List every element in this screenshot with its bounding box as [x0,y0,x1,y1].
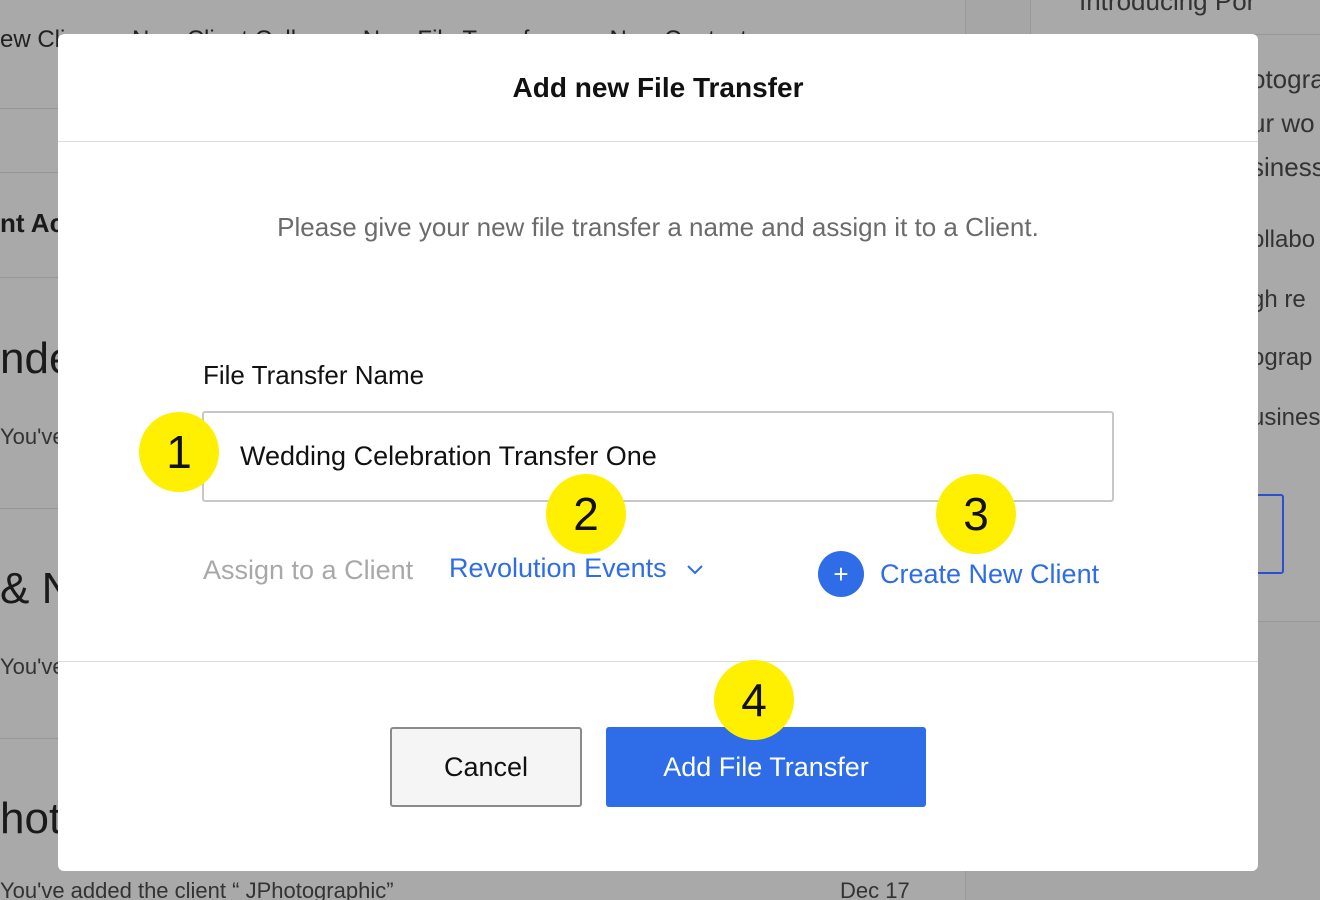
client-select-dropdown[interactable]: Revolution Events [449,553,705,584]
selected-client: Revolution Events [449,553,667,583]
callout-badge-1: 1 [139,412,219,492]
assign-client-label: Assign to a Client [203,555,414,585]
right-panel-line: usines [1251,404,1320,431]
add-file-transfer-button[interactable]: Add File Transfer [606,727,926,807]
create-new-client-label: Create New Client [880,558,1100,589]
right-panel-line: otogra [1251,64,1320,94]
right-panel-line: ollabo [1251,226,1316,253]
add-file-transfer-modal: Add new File Transfer Please give your n… [58,34,1258,871]
activity-date: Dec 17 [840,878,910,900]
modal-header: Add new File Transfer [58,34,1258,142]
right-panel-line: ograp [1251,344,1313,371]
right-panel-line: ur wo [1251,108,1315,138]
create-new-client-button[interactable]: + Create New Client [818,551,1099,597]
tab-new-client: ew Cli [0,26,66,53]
callout-badge-4: 4 [714,660,794,740]
modal-intro-text: Please give your new file transfer a nam… [277,212,1039,242]
cancel-button[interactable]: Cancel [390,727,582,807]
file-transfer-name-label: File Transfer Name [203,360,425,390]
right-panel-line: gh re [1251,286,1306,313]
modal-title: Add new File Transfer [512,71,804,103]
right-panel-line: siness [1251,152,1320,182]
activity-subtitle: You've [0,424,65,449]
activity-subtitle: You've added the client “ JPhotographic” [0,878,394,900]
section-heading: nt Ac [0,208,65,238]
plus-icon: + [818,551,864,597]
activity-subtitle: You've [0,654,65,679]
modal-footer-divider [58,661,1258,662]
callout-badge-2: 2 [546,474,626,554]
chevron-down-icon [686,564,703,574]
right-panel-heading: Introducing Por [1079,0,1256,16]
callout-badge-3: 3 [936,474,1016,554]
